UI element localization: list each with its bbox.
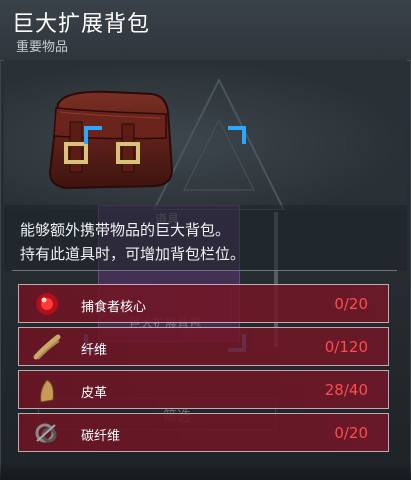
material-name: 纤维 bbox=[81, 343, 108, 358]
material-count: 0/120 bbox=[324, 338, 368, 356]
predator-core-icon bbox=[36, 293, 58, 315]
material-row-leather[interactable]: 皮革 28/40 bbox=[18, 370, 389, 409]
description-line-2: 持有此道具时，可增加背包栏位。 bbox=[20, 245, 246, 263]
material-row-predator-core[interactable]: 捕食者核心 0/20 bbox=[18, 284, 389, 323]
item-detail-panel: 巨大扩展背包 重要物品 道具 巨大扩展背包 筛选 bbox=[0, 0, 411, 480]
material-row-carbon-fiber[interactable]: 碳纤维 0/20 bbox=[18, 413, 389, 452]
item-preview bbox=[4, 60, 407, 210]
carbon-fiber-icon bbox=[35, 423, 57, 443]
fiber-icon bbox=[33, 334, 61, 360]
material-name: 捕食者核心 bbox=[81, 300, 147, 315]
focus-bracket-top-left bbox=[84, 126, 102, 144]
leather-icon bbox=[40, 379, 54, 403]
material-name: 碳纤维 bbox=[81, 429, 121, 444]
material-count: 28/40 bbox=[324, 381, 368, 399]
backpack-icon bbox=[48, 90, 174, 190]
material-count: 0/20 bbox=[334, 295, 368, 313]
section-divider bbox=[12, 270, 397, 271]
material-row-fiber[interactable]: 纤维 0/120 bbox=[18, 327, 389, 366]
panel-footer bbox=[0, 462, 411, 480]
item-category: 重要物品 bbox=[16, 40, 69, 55]
focus-bracket-top-right bbox=[228, 126, 246, 144]
description-line-1: 能够额外携带物品的巨大背包。 bbox=[20, 221, 231, 239]
item-header: 巨大扩展背包 重要物品 bbox=[0, 0, 411, 61]
material-name: 皮革 bbox=[81, 386, 108, 401]
item-description: 能够额外携带物品的巨大背包。 持有此道具时，可增加背包栏位。 bbox=[4, 205, 407, 271]
material-count: 0/20 bbox=[334, 424, 368, 442]
item-title: 巨大扩展背包 bbox=[12, 12, 151, 37]
